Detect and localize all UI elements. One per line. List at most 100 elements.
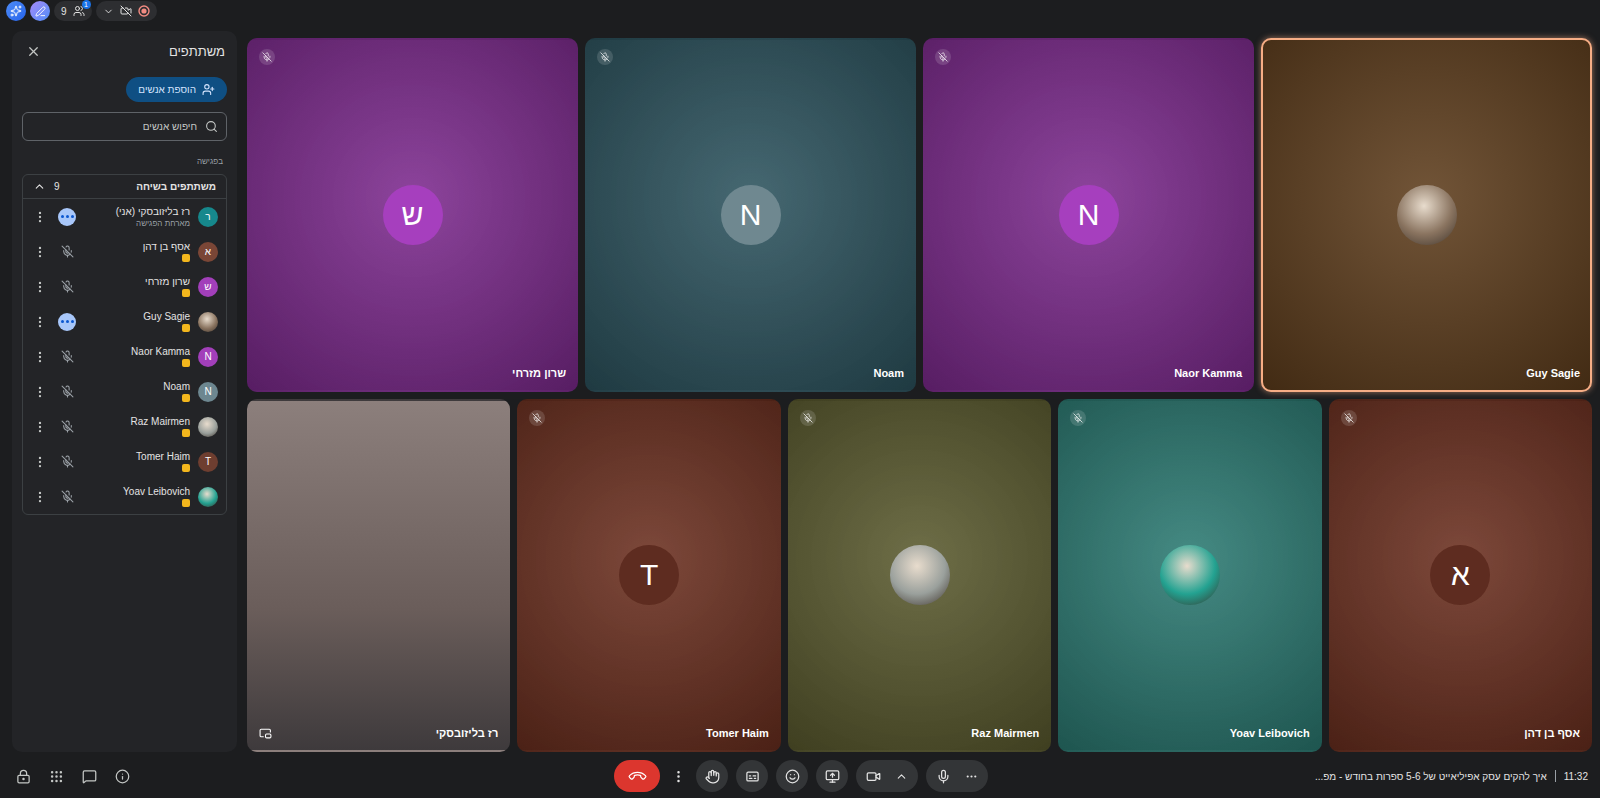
participant-menu-button[interactable] bbox=[31, 383, 49, 401]
gemini-button[interactable] bbox=[6, 1, 26, 21]
participant-tile[interactable]: Raz Mairmen bbox=[788, 399, 1051, 753]
hang-up-icon bbox=[626, 765, 647, 786]
tile-muted-indicator bbox=[597, 49, 613, 65]
tile-footer: Yoav Leibovich bbox=[1070, 724, 1309, 742]
participant-count-pill[interactable]: 91 bbox=[54, 1, 92, 21]
tile-avatar: א bbox=[1430, 545, 1490, 605]
participant-row[interactable]: Yoav Leibovich bbox=[23, 479, 226, 514]
participant-menu-button[interactable] bbox=[31, 243, 49, 261]
participant-avatar: ר bbox=[198, 207, 218, 227]
participant-row[interactable]: NNoam bbox=[23, 374, 226, 409]
participant-name: Noam bbox=[85, 381, 190, 392]
participant-menu-button[interactable] bbox=[31, 208, 49, 226]
camera-button[interactable] bbox=[860, 762, 886, 790]
participant-menu-button[interactable] bbox=[31, 313, 49, 331]
pip-button[interactable] bbox=[259, 727, 272, 740]
participant-tile[interactable]: Yoav Leibovich bbox=[1058, 399, 1321, 753]
participant-menu-button[interactable] bbox=[31, 453, 49, 471]
more-vertical-icon bbox=[33, 280, 47, 294]
participant-row[interactable]: א אסף בן דהן bbox=[23, 234, 226, 269]
tile-top bbox=[1341, 409, 1580, 427]
tile-muted-indicator bbox=[1070, 410, 1086, 426]
chat-button[interactable] bbox=[80, 767, 99, 786]
raise-hand-button[interactable] bbox=[696, 760, 728, 792]
participant-avatar: T bbox=[198, 452, 218, 472]
more-options-button[interactable] bbox=[668, 760, 688, 792]
host-controls-button[interactable] bbox=[14, 767, 33, 786]
participant-tile[interactable]: TTomer Haim bbox=[517, 399, 780, 753]
participant-menu-button[interactable] bbox=[31, 278, 49, 296]
participant-avatar: א bbox=[198, 242, 218, 262]
participant-name-block: Tomer Haim bbox=[85, 451, 190, 472]
present-button[interactable] bbox=[816, 760, 848, 792]
participant-tile[interactable]: NNoam bbox=[585, 38, 916, 392]
tile-top bbox=[1070, 409, 1309, 427]
meeting-title: איך להקים עסק אפיליאייט של 5-6 ספרות בחו… bbox=[1315, 771, 1547, 782]
captions-button[interactable] bbox=[736, 760, 768, 792]
participant-tile[interactable]: ששרון מזרחי bbox=[247, 38, 578, 392]
call-controls bbox=[614, 760, 988, 792]
participant-name: שרון מזרחי bbox=[85, 276, 190, 287]
participant-row[interactable]: ששרון מזרחי bbox=[23, 269, 226, 304]
tile-name: שרון מזרחי bbox=[512, 367, 566, 379]
chevron-up-icon bbox=[33, 180, 46, 193]
add-people-button[interactable]: הוספת אנשים bbox=[126, 77, 227, 102]
participant-name: Naor Kamma bbox=[85, 346, 190, 357]
mic-button[interactable] bbox=[930, 762, 956, 790]
apps-grid-icon bbox=[49, 769, 64, 784]
tile-footer: רז בליזובסקי bbox=[259, 724, 498, 742]
participant-row[interactable]: T Tomer Haim bbox=[23, 444, 226, 479]
mic-off-icon bbox=[938, 52, 948, 62]
info-button[interactable] bbox=[113, 767, 132, 786]
tile-footer: אסף בן דהן bbox=[1341, 724, 1580, 742]
participant-count: 9 bbox=[61, 6, 67, 17]
mic-off-icon bbox=[61, 490, 74, 503]
camera-control bbox=[856, 760, 918, 792]
tile-center bbox=[800, 427, 1039, 725]
tile-muted-indicator bbox=[1341, 410, 1357, 426]
status-pill[interactable] bbox=[96, 1, 157, 21]
participant-tile[interactable]: NNaor Kamma bbox=[923, 38, 1254, 392]
speaking-dot bbox=[71, 215, 74, 218]
participant-tile[interactable]: Guy Sagie bbox=[1261, 38, 1592, 392]
notes-button[interactable] bbox=[30, 1, 50, 21]
mic-options-button[interactable] bbox=[958, 762, 984, 790]
tile-footer: Raz Mairmen bbox=[800, 724, 1039, 742]
participant-row[interactable]: Raz Mairmen bbox=[23, 409, 226, 444]
present-screen-icon bbox=[825, 769, 840, 784]
participant-name-block: אסף בן דהן bbox=[85, 241, 190, 262]
participant-tile[interactable]: א אסף בן דהן bbox=[1329, 399, 1592, 753]
close-button[interactable] bbox=[24, 42, 43, 61]
meet-window: 91משתתפיםהוספת אנשיםבפגישהמשתתפים בשיחה9… bbox=[0, 0, 1600, 798]
emoji-icon bbox=[785, 769, 800, 784]
camera-options-button[interactable] bbox=[888, 762, 914, 790]
participant-role: מארחת הפגישה bbox=[85, 219, 190, 228]
external-badge-icon bbox=[182, 289, 190, 297]
video-off-icon bbox=[120, 5, 132, 17]
search-input[interactable] bbox=[31, 120, 199, 133]
participant-name-block: Yoav Leibovich bbox=[85, 486, 190, 507]
reactions-button[interactable] bbox=[776, 760, 808, 792]
mic-off-icon bbox=[532, 413, 542, 423]
participant-menu-button[interactable] bbox=[31, 348, 49, 366]
participant-menu-button[interactable] bbox=[31, 418, 49, 436]
tile-muted-indicator bbox=[259, 49, 275, 65]
participant-row[interactable]: Guy Sagie bbox=[23, 304, 226, 339]
participant-menu-button[interactable] bbox=[31, 488, 49, 506]
tile-name: Tomer Haim bbox=[706, 727, 769, 739]
participant-status bbox=[57, 385, 77, 398]
more-vertical-icon bbox=[33, 210, 47, 224]
chat-icon bbox=[82, 769, 97, 784]
external-badge-icon bbox=[182, 359, 190, 367]
participant-row[interactable]: ר רז בליזובסקי (אני)מארחת הפגישה bbox=[23, 199, 226, 234]
search-field[interactable] bbox=[22, 112, 227, 141]
participant-name-block: רז בליזובסקי (אני)מארחת הפגישה bbox=[85, 206, 190, 228]
tile-top bbox=[259, 48, 566, 66]
participant-status bbox=[57, 490, 77, 503]
group-header[interactable]: משתתפים בשיחה9 bbox=[23, 175, 226, 199]
activities-button[interactable] bbox=[47, 767, 66, 786]
participant-row[interactable]: NNaor Kamma bbox=[23, 339, 226, 374]
more-vertical-icon bbox=[33, 315, 47, 329]
hang-up-button[interactable] bbox=[614, 760, 660, 792]
participant-tile[interactable]: רז בליזובסקי bbox=[247, 399, 510, 753]
